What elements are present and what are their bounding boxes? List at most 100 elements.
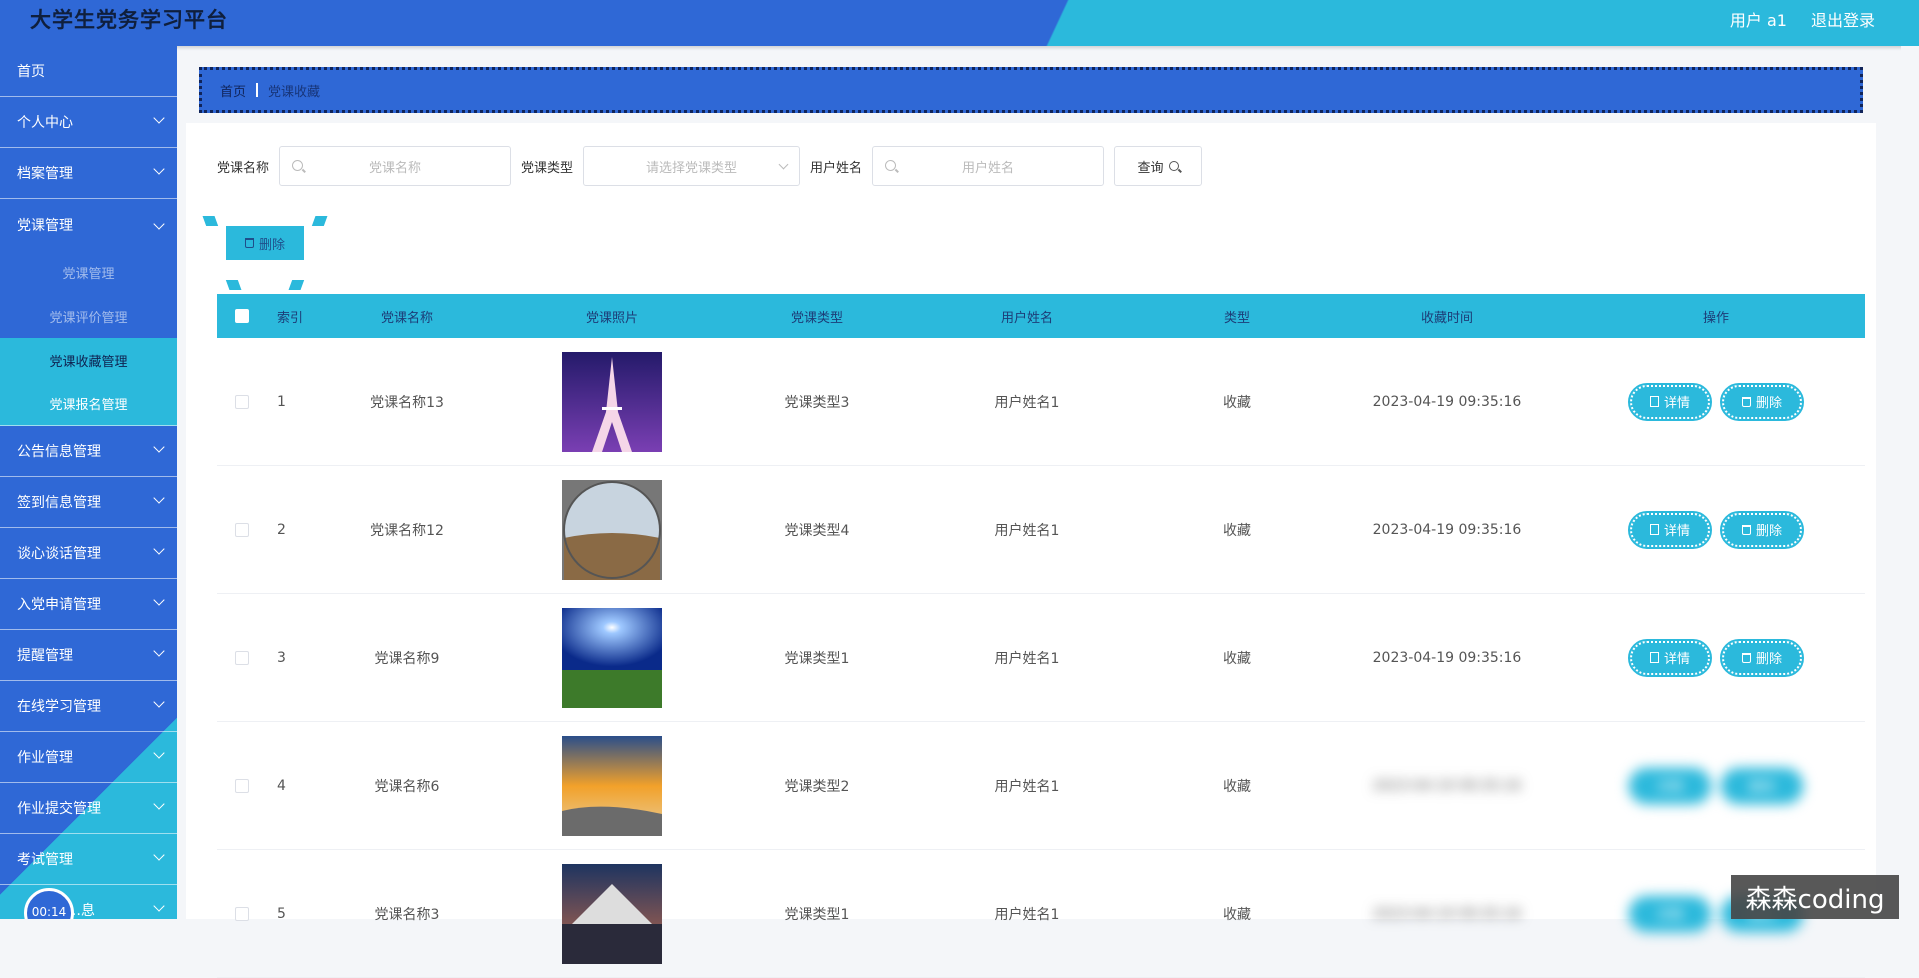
delete-button[interactable]: 删除 bbox=[1722, 385, 1802, 419]
table-row: 4 党课名称6 党课类型2 用户姓名1 收藏 2023-04-19 09:35:… bbox=[217, 722, 1865, 850]
sidebar-item-home[interactable]: 首页 bbox=[0, 46, 177, 97]
row-checkbox[interactable] bbox=[235, 651, 249, 665]
header-index: 索引 bbox=[267, 307, 317, 326]
trash-icon bbox=[1742, 525, 1751, 535]
sidebar-item-exams[interactable]: 考试管理 bbox=[0, 834, 177, 885]
search-icon bbox=[1169, 161, 1179, 171]
row-checkbox[interactable] bbox=[235, 907, 249, 921]
filter-bar: 党课名称 党课名称 党课类型 请选择党课类型 用户姓名 用户姓名 查询 bbox=[217, 146, 1202, 186]
sidebar-item-courses[interactable]: 党课管理 bbox=[0, 199, 177, 250]
table-row: 2 党课名称12 党课类型4 用户姓名1 收藏 2023-04-19 09:35… bbox=[217, 466, 1865, 594]
chevron-down-icon bbox=[153, 492, 164, 503]
course-name-search-input[interactable]: 党课名称 bbox=[279, 146, 511, 186]
filter-type-label: 党课类型 bbox=[521, 157, 573, 176]
trash-icon bbox=[1742, 397, 1751, 407]
submenu-item-course-favorites[interactable]: 党课收藏管理 bbox=[0, 338, 177, 382]
cell-kind: 收藏 bbox=[1147, 392, 1327, 412]
course-photo-tower bbox=[562, 352, 662, 452]
breadcrumb-home[interactable]: 首页 bbox=[220, 81, 246, 100]
sidebar-item-archives[interactable]: 档案管理 bbox=[0, 148, 177, 199]
filter-name-label: 党课名称 bbox=[217, 157, 269, 176]
detail-label: 详情 bbox=[1664, 648, 1690, 667]
sidebar-item-talks[interactable]: 谈心谈话管理 bbox=[0, 528, 177, 579]
header-photo: 党课照片 bbox=[497, 307, 727, 326]
submenu-item-course-manage[interactable]: 党课管理 bbox=[0, 250, 177, 294]
submenu-item-course-signup[interactable]: 党课报名管理 bbox=[0, 382, 177, 426]
cell-time: 2023-04-19 09:35:16 bbox=[1327, 394, 1567, 410]
cell-user: 用户姓名1 bbox=[907, 520, 1147, 540]
course-photo-desert bbox=[562, 480, 662, 580]
header-ops: 操作 bbox=[1567, 307, 1865, 326]
row-checkbox[interactable] bbox=[235, 523, 249, 537]
sidebar-item-label: 在线学习管理 bbox=[17, 696, 101, 716]
course-photo-mountain bbox=[562, 864, 662, 964]
user-name-search-input[interactable]: 用户姓名 bbox=[872, 146, 1104, 186]
breadcrumb: 首页 党课收藏 bbox=[199, 67, 1863, 113]
logout-link[interactable]: 退出登录 bbox=[1811, 7, 1875, 31]
content-panel: 党课名称 党课名称 党课类型 请选择党课类型 用户姓名 用户姓名 查询 删除 bbox=[186, 123, 1876, 919]
select-all-checkbox[interactable] bbox=[235, 309, 249, 323]
cell-type: 党课类型1 bbox=[727, 904, 907, 924]
cell-name: 党课名称6 bbox=[317, 776, 497, 796]
cell-index: 2 bbox=[267, 522, 317, 538]
sidebar-item-homework-submit[interactable]: 作业提交管理 bbox=[0, 783, 177, 834]
cell-index: 1 bbox=[267, 394, 317, 410]
filter-user-label: 用户姓名 bbox=[810, 157, 862, 176]
sidebar-item-label: 入党申请管理 bbox=[17, 594, 101, 614]
submenu-item-course-review[interactable]: 党课评价管理 bbox=[0, 294, 177, 338]
header-kind: 类型 bbox=[1147, 307, 1327, 326]
document-icon bbox=[1650, 652, 1659, 663]
cell-user: 用户姓名1 bbox=[907, 392, 1147, 412]
header-time: 收藏时间 bbox=[1327, 307, 1567, 326]
cell-time: 2023-04-19 09:35:16 bbox=[1327, 778, 1567, 794]
cell-kind: 收藏 bbox=[1147, 520, 1327, 540]
detail-button[interactable]: 详情 bbox=[1630, 769, 1710, 803]
detail-label: 详情 bbox=[1657, 904, 1683, 923]
cell-name: 党课名称3 bbox=[317, 904, 497, 924]
header-user: 用户姓名 bbox=[907, 307, 1147, 326]
chevron-down-icon bbox=[153, 696, 164, 707]
search-button[interactable]: 查询 bbox=[1114, 146, 1202, 186]
delete-label: 删除 bbox=[1756, 392, 1782, 411]
course-photo-sunset bbox=[562, 736, 662, 836]
course-photo-field bbox=[562, 608, 662, 708]
header-name: 党课名称 bbox=[317, 307, 497, 326]
table-row: 3 党课名称9 党课类型1 用户姓名1 收藏 2023-04-19 09:35:… bbox=[217, 594, 1865, 722]
bulk-delete-button[interactable]: 删除 bbox=[226, 226, 304, 260]
app-title: 大学生党务学习平台 bbox=[30, 4, 228, 34]
main-area: 首页 党课收藏 党课名称 党课名称 党课类型 请选择党课类型 用户姓名 用户姓名… bbox=[177, 46, 1919, 919]
delete-button[interactable]: 删除 bbox=[1722, 513, 1802, 547]
sidebar-item-homework[interactable]: 作业管理 bbox=[0, 732, 177, 783]
cell-type: 党课类型1 bbox=[727, 648, 907, 668]
document-icon bbox=[1650, 396, 1659, 407]
detail-label: 详情 bbox=[1664, 392, 1690, 411]
detail-button[interactable]: 详情 bbox=[1630, 897, 1710, 931]
cell-time: 2023-04-19 09:35:16 bbox=[1327, 906, 1567, 922]
page-scrollbar[interactable] bbox=[1901, 46, 1919, 919]
sidebar-item-checkin[interactable]: 签到信息管理 bbox=[0, 477, 177, 528]
cell-index: 4 bbox=[267, 778, 317, 794]
sidebar-item-online-learning[interactable]: 在线学习管理 bbox=[0, 681, 177, 732]
chevron-down-icon bbox=[153, 441, 164, 452]
detail-button[interactable]: 详情 bbox=[1630, 385, 1710, 419]
sidebar-item-label: 签到信息管理 bbox=[17, 492, 101, 512]
sidebar-item-label: 谈心谈话管理 bbox=[17, 543, 101, 563]
sidebar-item-profile[interactable]: 个人中心 bbox=[0, 97, 177, 148]
chevron-down-icon bbox=[153, 163, 164, 174]
sidebar-item-notices[interactable]: 公告信息管理 bbox=[0, 426, 177, 477]
table-row: 5 党课名称3 党课类型1 用户姓名1 收藏 2023-04-19 09:35:… bbox=[217, 850, 1865, 978]
delete-button[interactable]: 删除 bbox=[1722, 641, 1802, 675]
row-checkbox[interactable] bbox=[235, 395, 249, 409]
detail-button[interactable]: 详情 bbox=[1630, 641, 1710, 675]
chevron-down-icon bbox=[153, 900, 164, 911]
delete-button[interactable]: 删除 bbox=[1722, 769, 1802, 803]
course-type-select[interactable]: 请选择党课类型 bbox=[583, 146, 800, 186]
sidebar-item-reminders[interactable]: 提醒管理 bbox=[0, 630, 177, 681]
sidebar-item-label: 公告信息管理 bbox=[17, 441, 101, 461]
sidebar-item-applications[interactable]: 入党申请管理 bbox=[0, 579, 177, 630]
delete-label: 删除 bbox=[1756, 520, 1782, 539]
cell-type: 党课类型3 bbox=[727, 392, 907, 412]
bulk-delete-label: 删除 bbox=[259, 234, 285, 253]
detail-button[interactable]: 详情 bbox=[1630, 513, 1710, 547]
row-checkbox[interactable] bbox=[235, 779, 249, 793]
